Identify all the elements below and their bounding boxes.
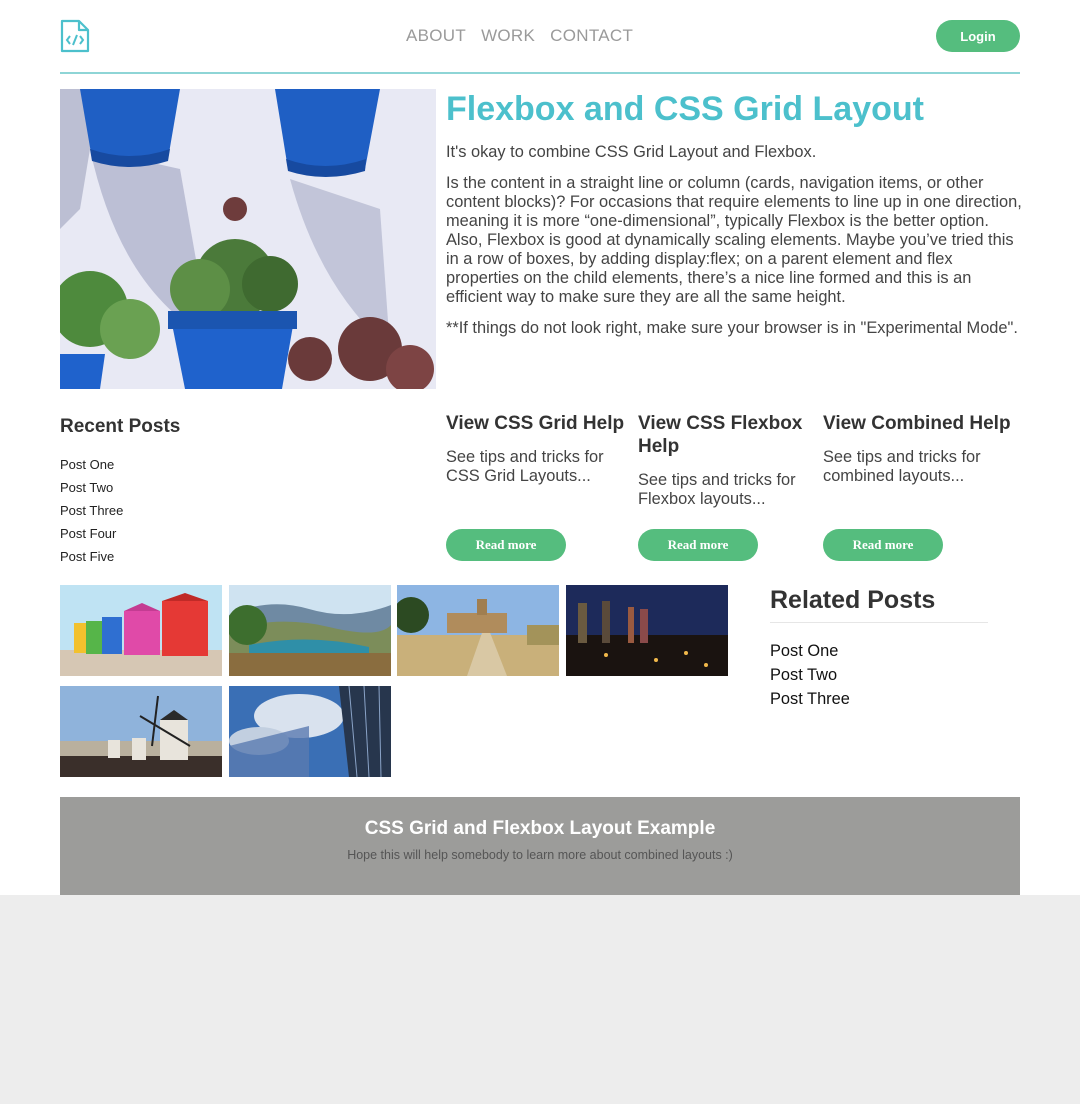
related-posts-title: Related Posts [770,586,936,614]
read-more-button[interactable]: Read more [446,529,566,561]
nav-work[interactable]: WORK [481,26,535,46]
footer-subtitle: Hope this will help somebody to learn mo… [347,848,733,862]
gallery-image-city-night[interactable] [566,585,728,676]
page-container: ABOUT WORK CONTACT Login Flexbox and CSS… [60,0,1022,895]
card-title: View Combined Help [823,413,1011,434]
related-post-link[interactable]: Post One [770,639,988,663]
gallery-image-lake-hills[interactable] [229,585,391,676]
gallery-image-beach-huts[interactable] [60,585,222,676]
hero-paragraph-body: Is the content in a straight line or col… [446,174,1022,306]
card-title: View CSS Flexbox Help [638,413,803,457]
related-post-link[interactable]: Post Three [770,687,988,711]
related-post-link[interactable]: Post Two [770,663,988,687]
gallery-image-windmills[interactable] [60,686,222,777]
card-text: See tips and tricks for CSS Grid Layouts… [446,448,604,485]
recent-posts: Recent Posts Post One Post Two Post Thre… [60,415,360,568]
gallery-image-glass-tower[interactable] [229,686,391,777]
code-file-icon[interactable] [60,19,90,53]
nav-about[interactable]: ABOUT [406,26,466,46]
gallery-image-castle-path[interactable] [397,585,559,676]
card-title: View CSS Grid Help [446,413,625,434]
read-more-button[interactable]: Read more [823,529,943,561]
recent-post-link[interactable]: Post Three [60,499,360,522]
footer-title: CSS Grid and Flexbox Layout Example [364,818,716,839]
related-posts: Related Posts Post One Post Two Post Thr… [770,585,988,711]
card-combined-help: View Combined Help See tips and tricks f… [823,412,1013,486]
recent-post-link[interactable]: Post Two [60,476,360,499]
recent-post-link[interactable]: Post Five [60,545,360,568]
related-posts-divider [770,622,988,623]
login-button[interactable]: Login [936,20,1020,52]
recent-posts-list: Post One Post Two Post Three Post Four P… [60,453,360,568]
hero-content: Flexbox and CSS Grid Layout It's okay to… [446,89,1022,338]
related-posts-list: Post One Post Two Post Three [770,639,988,711]
header-divider [60,72,1020,74]
recent-posts-title: Recent Posts [60,416,181,437]
read-more-button[interactable]: Read more [638,529,758,561]
recent-post-link[interactable]: Post One [60,453,360,476]
hero-image [60,89,436,389]
main-nav: ABOUT WORK CONTACT [406,26,633,46]
hero-paragraph-intro: It's okay to combine CSS Grid Layout and… [446,143,817,161]
nav-contact[interactable]: CONTACT [550,26,633,46]
card-flexbox-help: View CSS Flexbox Help See tips and trick… [638,412,808,509]
card-text: See tips and tricks for combined layouts… [823,448,981,485]
footer: CSS Grid and Flexbox Layout Example Hope… [60,797,1020,895]
hero-paragraph-note: **If things do not look right, make sure… [446,319,1018,337]
card-grid-help: View CSS Grid Help See tips and tricks f… [446,412,626,486]
card-text: See tips and tricks for Flexbox layouts.… [638,471,796,508]
recent-post-link[interactable]: Post Four [60,522,360,545]
page-title: Flexbox and CSS Grid Layout [446,90,924,128]
